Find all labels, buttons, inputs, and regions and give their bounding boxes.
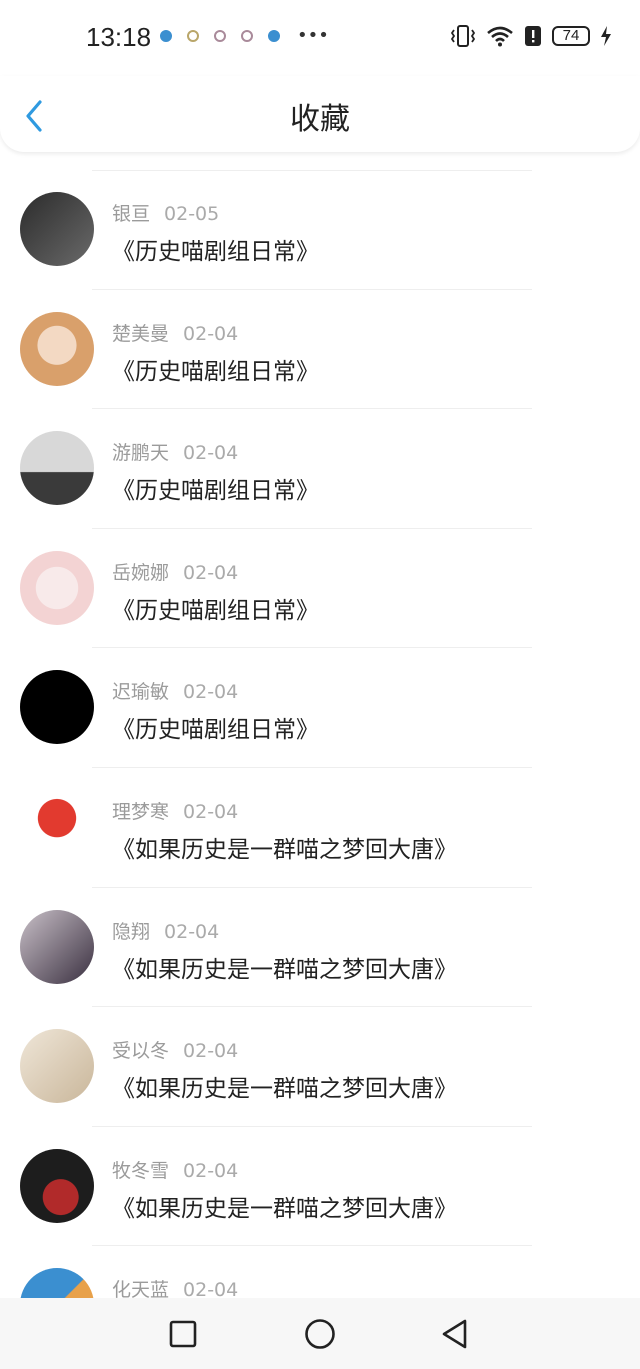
avatar[interactable] [20, 909, 94, 984]
book-title[interactable]: 《如果历史是一群喵之梦回大唐》 [112, 1189, 457, 1223]
date: 02-04 [183, 561, 239, 584]
avatar[interactable] [20, 670, 94, 745]
more-notifications-icon: ••• [297, 25, 329, 46]
list-item[interactable]: 岳婉娜 02-04 《历史喵剧组日常》 [0, 529, 640, 649]
date: 02-04 [183, 1159, 239, 1182]
notification-icon [268, 30, 280, 42]
app-header: 收藏 [0, 76, 640, 152]
user-name: 银亘 [112, 203, 151, 225]
status-time: 13:18 [86, 22, 152, 52]
notification-icon [160, 30, 172, 42]
user-name: 游鹏天 [112, 442, 170, 465]
date: 02-04 [183, 1040, 239, 1063]
notification-icon [214, 30, 226, 42]
back-nav-button[interactable] [438, 1316, 474, 1352]
list-item[interactable]: 银亘 02-05 《历史喵剧组日常》 [0, 170, 640, 290]
list-item[interactable]: 游鹏天 02-04 《历史喵剧组日常》 [0, 409, 640, 529]
book-title[interactable]: 《历史喵剧组日常》 [112, 232, 319, 266]
home-button[interactable] [302, 1316, 338, 1352]
user-name: 迟瑜敏 [112, 681, 170, 704]
date: 02-04 [183, 800, 239, 823]
user-name: 牧冬雪 [112, 1159, 170, 1182]
book-title[interactable]: 《历史喵剧组日常》 [112, 710, 319, 744]
page-title: 收藏 [290, 102, 350, 137]
list-item[interactable]: 受以冬 02-04 《如果历史是一群喵之梦回大唐》 [0, 1007, 640, 1127]
date: 02-05 [164, 203, 220, 225]
avatar[interactable] [20, 550, 94, 625]
list-item[interactable]: 理梦寒 02-04 《如果历史是一群喵之梦回大唐》 [0, 768, 640, 888]
user-name: 受以冬 [112, 1040, 170, 1063]
date: 02-04 [183, 442, 239, 465]
book-title[interactable]: 《如果历史是一群喵之梦回大唐》 [112, 950, 457, 984]
notification-icons: ••• [160, 25, 329, 46]
circle-icon [305, 1319, 335, 1349]
book-title[interactable]: 《如果历史是一群喵之梦回大唐》 [112, 1069, 457, 1103]
system-nav-bar [0, 1298, 640, 1369]
square-icon [169, 1320, 197, 1348]
notification-icon [241, 30, 253, 42]
user-name: 岳婉娜 [112, 561, 170, 584]
avatar[interactable] [20, 431, 94, 506]
notification-icon [187, 30, 199, 42]
vibrate-icon [450, 25, 476, 47]
date: 02-04 [183, 681, 239, 704]
charging-icon [601, 26, 611, 46]
book-title[interactable]: 《如果历史是一群喵之梦回大唐》 [112, 830, 457, 864]
book-title[interactable]: 《历史喵剧组日常》 [112, 352, 319, 386]
avatar[interactable] [20, 789, 94, 864]
date: 02-04 [183, 322, 239, 345]
list-item[interactable]: 迟瑜敏 02-04 《历史喵剧组日常》 [0, 648, 640, 768]
book-title[interactable]: 《历史喵剧组日常》 [112, 471, 319, 505]
avatar[interactable] [20, 311, 94, 386]
list-item[interactable]: 楚美曼 02-04 《历史喵剧组日常》 [0, 290, 640, 410]
alert-icon [525, 26, 541, 46]
triangle-back-icon [442, 1319, 467, 1349]
favorites-list: 银亘 02-05 《历史喵剧组日常》 楚美曼 02-04 《历史喵剧组日常》 游鹏天… [0, 170, 640, 1366]
user-name: 楚美曼 [112, 322, 170, 345]
wifi-icon [487, 26, 513, 47]
book-title[interactable]: 《历史喵剧组日常》 [112, 591, 319, 625]
recent-apps-button[interactable] [165, 1316, 201, 1352]
user-name: 理梦寒 [112, 800, 170, 823]
avatar[interactable] [20, 1029, 94, 1104]
avatar[interactable] [20, 1148, 94, 1223]
user-name: 隐翔 [112, 920, 151, 943]
list-item[interactable]: 隐翔 02-04 《如果历史是一群喵之梦回大唐》 [0, 888, 640, 1008]
avatar[interactable] [20, 192, 94, 266]
status-bar: 13:18 ••• 74 [0, 0, 640, 76]
list-item[interactable]: 牧冬雪 02-04 《如果历史是一群喵之梦回大唐》 [0, 1127, 640, 1247]
battery-indicator: 74 [552, 26, 590, 46]
date: 02-04 [164, 920, 220, 943]
